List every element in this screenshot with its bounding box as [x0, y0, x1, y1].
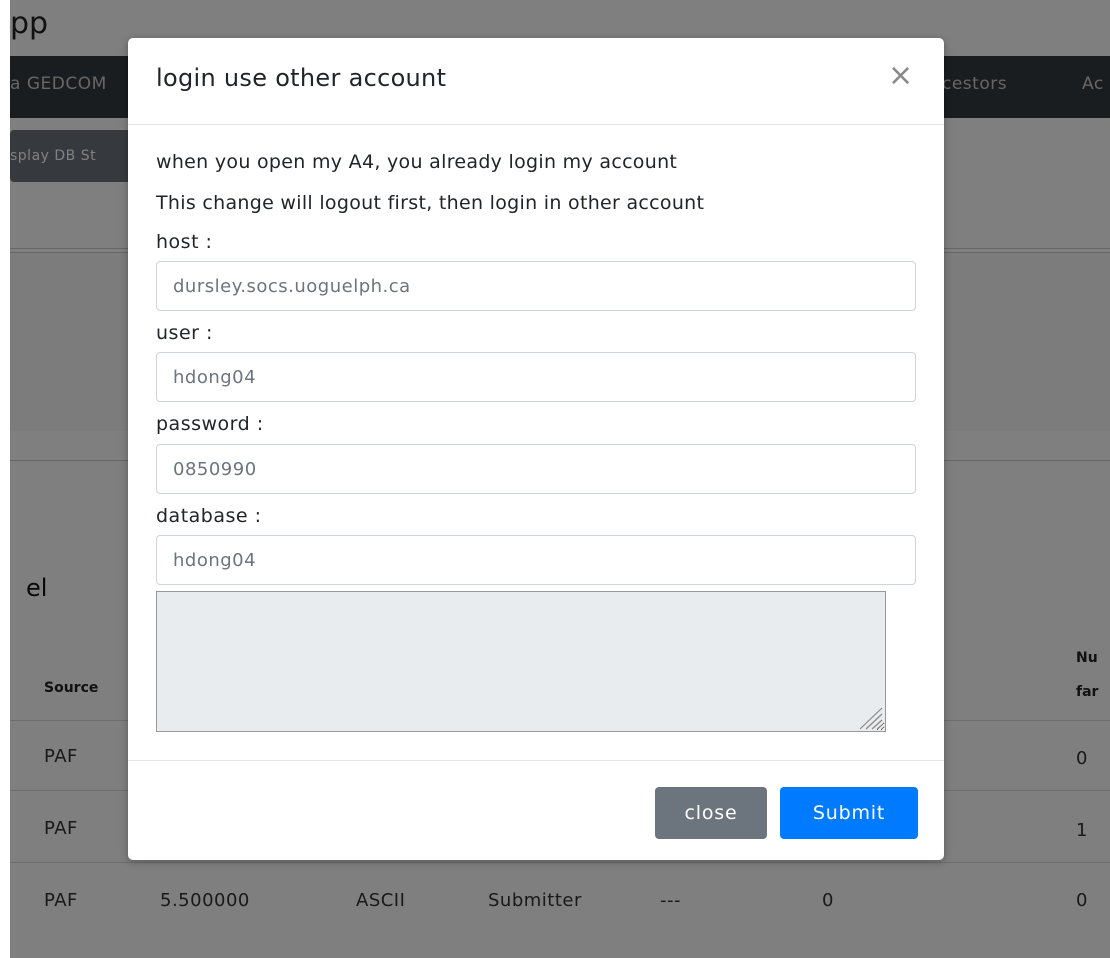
modal-title: login use other account: [156, 64, 447, 92]
password-label: password :: [156, 413, 264, 435]
page-edge: [0, 0, 10, 958]
password-input[interactable]: [156, 444, 916, 494]
resize-handle-icon[interactable]: [854, 704, 884, 730]
database-label: database :: [156, 505, 262, 527]
modal-footer: close Submit: [128, 760, 944, 861]
modal-header: login use other account ×: [128, 38, 944, 125]
close-x-icon[interactable]: ×: [888, 58, 913, 94]
close-button[interactable]: close: [655, 787, 767, 839]
submit-button[interactable]: Submit: [780, 787, 918, 839]
info-message-line1: when you open my A4, you already login m…: [156, 151, 678, 173]
host-input[interactable]: [156, 261, 916, 311]
database-input[interactable]: [156, 535, 916, 585]
login-modal: login use other account × when you open …: [128, 38, 944, 860]
page: pp a GEDCOM cestors Ac splay DB St el So…: [0, 0, 1110, 958]
host-label: host :: [156, 231, 213, 253]
user-input[interactable]: [156, 352, 916, 402]
output-textarea[interactable]: [156, 591, 886, 732]
info-message-line2: This change will logout first, then logi…: [156, 192, 705, 214]
user-label: user :: [156, 322, 213, 344]
